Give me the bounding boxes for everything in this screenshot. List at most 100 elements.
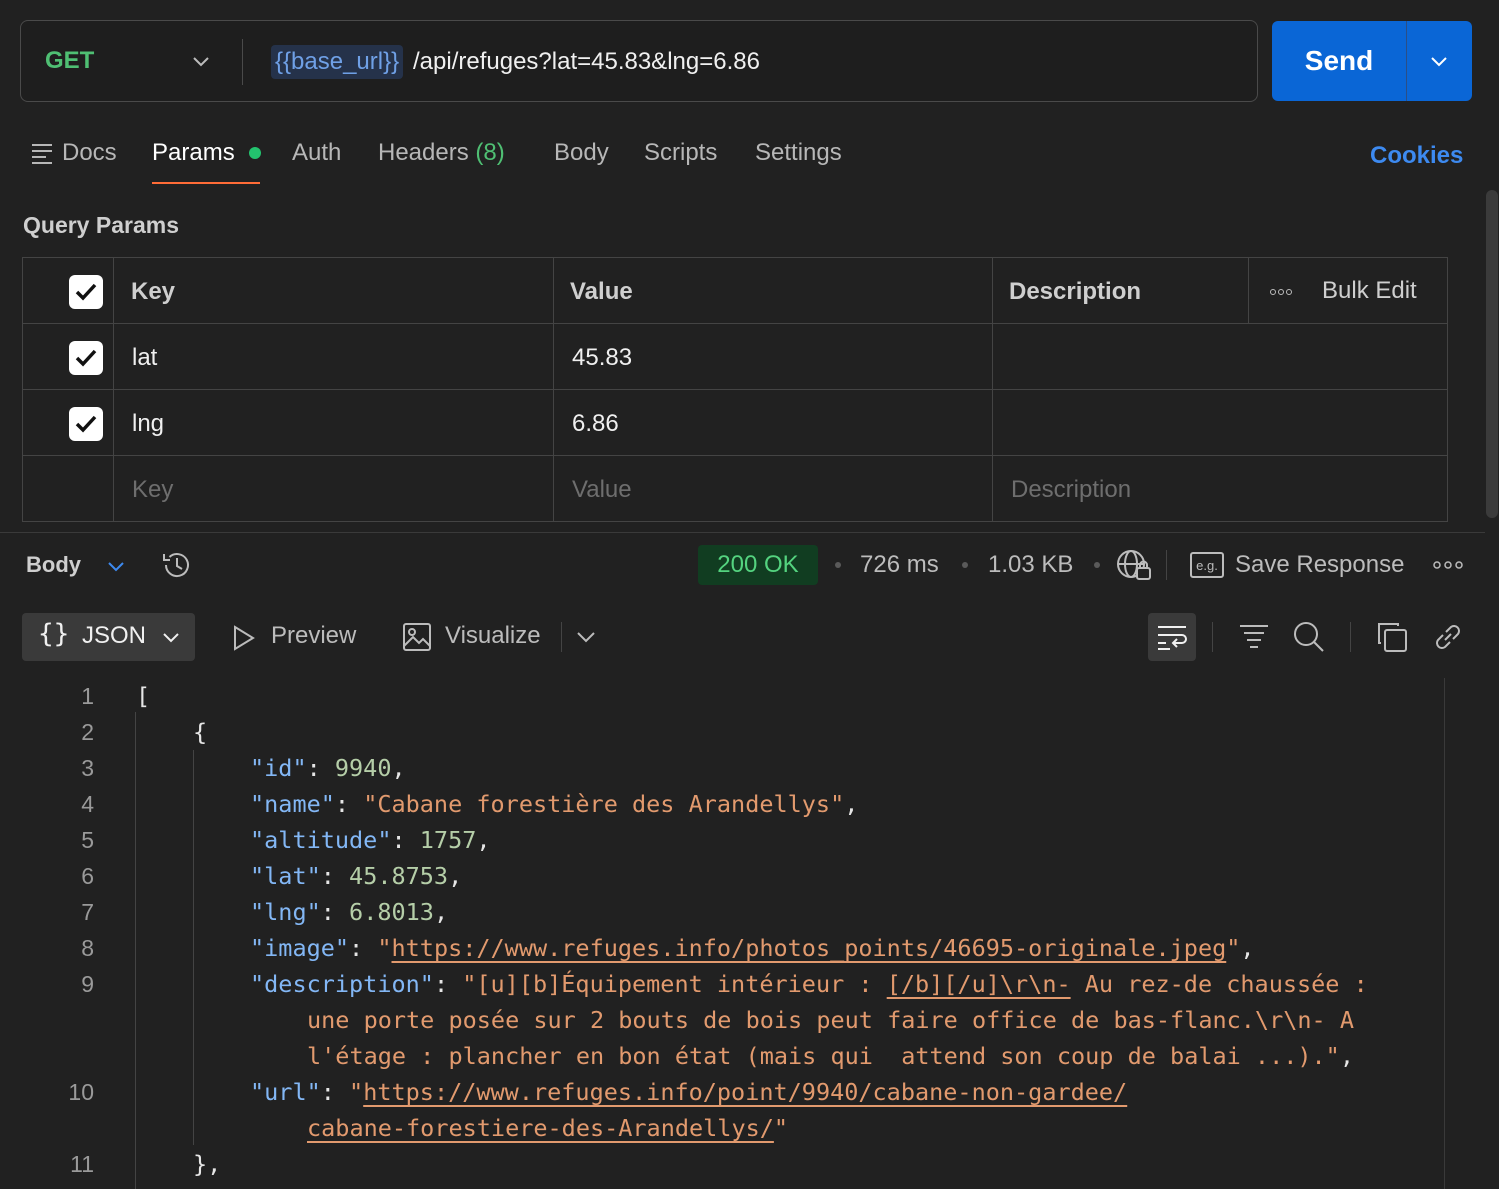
method-select[interactable]: GET	[45, 47, 94, 75]
url-bar: GET {{base_url}} /api/refuges?lat=45.83&…	[20, 20, 1258, 102]
response-time[interactable]: 726 ms	[860, 551, 939, 579]
code-line: "image": "https://www.refuges.info/photo…	[250, 934, 1255, 962]
json-string: l'étage : plancher en bon état (mais qui…	[307, 1042, 1340, 1070]
cookies-link[interactable]: Cookies	[1370, 142, 1463, 170]
table-header-row: Key Value Description Bulk Edit	[23, 258, 1447, 324]
image-icon[interactable]	[402, 622, 432, 652]
bulk-edit-button[interactable]: Bulk Edit	[1322, 277, 1417, 305]
scrollbar[interactable]	[1486, 190, 1498, 518]
key-column-header: Key	[131, 278, 176, 305]
code-line: {	[193, 718, 208, 746]
chevron-down-icon[interactable]	[1427, 49, 1451, 73]
indent-guide	[135, 712, 136, 1189]
link-icon[interactable]	[1432, 621, 1464, 653]
json-key: "altitude"	[250, 826, 392, 854]
editor-scroll-track[interactable]	[1444, 678, 1445, 1189]
code-line: "url": "https://www.refuges.info/point/9…	[250, 1078, 1128, 1106]
tab-settings[interactable]: Settings	[755, 138, 842, 168]
active-tab-indicator	[152, 182, 260, 184]
json-key: "lng"	[250, 898, 321, 926]
wrap-lines-button[interactable]	[1148, 613, 1196, 661]
select-all-checkbox[interactable]	[69, 275, 103, 309]
code-line: "id": 9940,	[250, 754, 406, 782]
network-globe-icon[interactable]	[1116, 549, 1152, 581]
url-variable-chip[interactable]: {{base_url}}	[271, 45, 404, 79]
chevron-down-icon[interactable]	[104, 556, 128, 576]
format-select[interactable]: {} JSON	[22, 613, 195, 661]
json-number: 45.8753	[349, 862, 449, 890]
line-number: 9	[81, 971, 94, 997]
save-response-button[interactable]: Save Response	[1235, 551, 1404, 579]
format-label: JSON	[82, 622, 147, 649]
new-value-input[interactable]: Value	[572, 476, 632, 504]
code-line: [	[136, 682, 151, 710]
description-column-header: Description	[1009, 278, 1142, 305]
param-key[interactable]: lng	[132, 410, 164, 438]
json-string: "[u][b]Équipement intérieur :	[462, 970, 887, 998]
json-key: "lat"	[250, 862, 321, 890]
param-value[interactable]: 45.83	[572, 344, 632, 372]
check-icon	[75, 283, 97, 301]
tab-docs[interactable]: Docs	[62, 138, 117, 168]
param-checkbox[interactable]	[69, 341, 103, 375]
more-options-icon[interactable]	[1270, 288, 1292, 296]
divider	[1350, 622, 1351, 652]
check-icon	[75, 349, 97, 367]
separator-dot	[1094, 562, 1100, 568]
tab-headers-label: Headers	[378, 139, 469, 166]
json-string: "Cabane forestière des Arandellys"	[363, 790, 845, 818]
pane-divider[interactable]	[0, 532, 1485, 533]
chevron-down-icon[interactable]	[575, 627, 597, 647]
code-line: "lat": 45.8753,	[250, 862, 463, 890]
line-number: 1	[81, 683, 94, 709]
json-number: 6.8013	[349, 898, 434, 926]
send-button[interactable]: Send	[1272, 21, 1406, 101]
url-input[interactable]: /api/refuges?lat=45.83&lng=6.86	[413, 45, 760, 79]
json-key: "url"	[250, 1078, 321, 1106]
visualize-tab[interactable]: Visualize	[445, 622, 541, 650]
param-checkbox[interactable]	[69, 407, 103, 441]
query-params-title: Query Params	[23, 212, 179, 238]
code-line-wrapped: une porte posée sur 2 bouts de bois peut…	[307, 1006, 1354, 1034]
status-badge[interactable]: 200 OK	[698, 545, 818, 585]
tab-headers[interactable]: Headers (8)	[378, 138, 505, 168]
line-number: 4	[81, 791, 94, 817]
line-number: 2	[81, 719, 94, 745]
code-line: "lng": 6.8013,	[250, 898, 449, 926]
tab-params[interactable]: Params	[152, 138, 235, 168]
table-row: lng 6.86	[23, 390, 1447, 456]
search-icon[interactable]	[1293, 621, 1325, 653]
history-icon[interactable]	[160, 548, 194, 582]
chevron-down-icon	[163, 633, 179, 643]
copy-icon[interactable]	[1376, 621, 1408, 653]
filter-icon[interactable]	[1239, 623, 1269, 651]
line-number: 3	[81, 755, 94, 781]
new-key-input[interactable]: Key	[132, 476, 173, 504]
save-example-icon[interactable]: e.g.	[1190, 552, 1224, 578]
code-line: "altitude": 1757,	[250, 826, 491, 854]
response-body-label[interactable]: Body	[26, 552, 81, 578]
tab-scripts[interactable]: Scripts	[644, 138, 717, 168]
param-value[interactable]: 6.86	[572, 410, 619, 438]
line-number: 5	[81, 827, 94, 853]
response-size[interactable]: 1.03 KB	[988, 551, 1073, 579]
play-icon[interactable]	[231, 624, 257, 652]
value-column-header: Value	[570, 278, 633, 305]
param-key[interactable]: lat	[132, 344, 157, 372]
line-number: 6	[81, 863, 94, 889]
json-link[interactable]: https://www.refuges.info/point/9940/caba…	[363, 1078, 1127, 1106]
tab-body[interactable]: Body	[554, 138, 609, 168]
tab-auth[interactable]: Auth	[292, 138, 341, 168]
code-line-wrapped: l'étage : plancher en bon état (mais qui…	[307, 1042, 1354, 1070]
more-options-icon[interactable]	[1433, 560, 1463, 570]
json-link[interactable]: cabane-forestiere-des-Arandellys/	[307, 1114, 774, 1142]
chevron-down-icon[interactable]	[189, 49, 213, 73]
preview-tab[interactable]: Preview	[271, 622, 356, 650]
json-link[interactable]: https://www.refuges.info/photos_points/4…	[392, 934, 1227, 962]
new-description-input[interactable]: Description	[1011, 476, 1131, 504]
table-row-empty: Key Value Description	[23, 456, 1447, 521]
json-string-underlined: [/b][/u]\r\n-	[886, 970, 1071, 998]
table-row: lat 45.83	[23, 324, 1447, 390]
headers-count: (8)	[475, 139, 505, 166]
separator-dot	[962, 562, 968, 568]
